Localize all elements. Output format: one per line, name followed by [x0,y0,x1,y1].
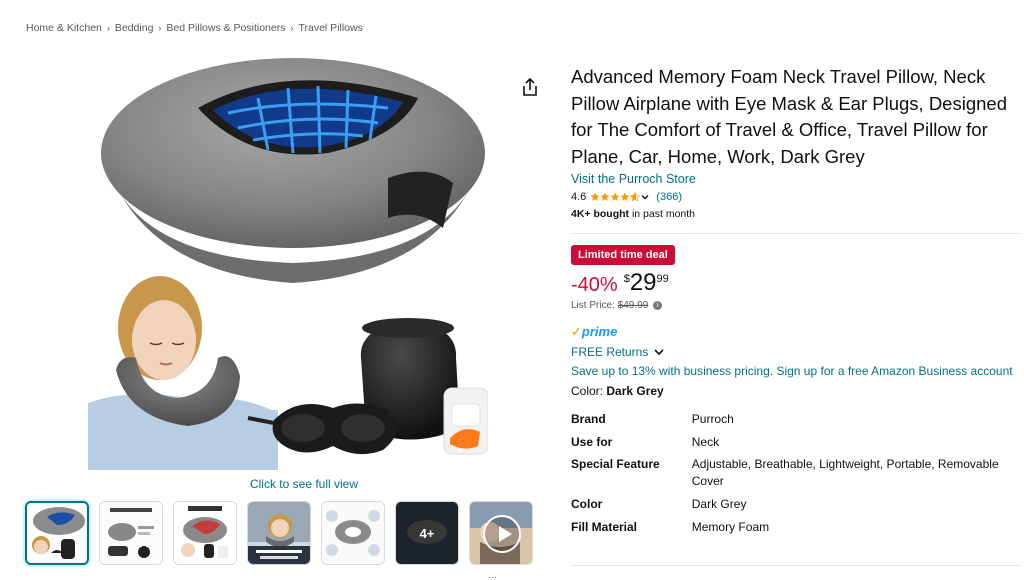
color-value: Dark Grey [606,383,664,398]
selected-color: Color: Dark Grey [571,384,1021,398]
price: $ 29 99 [624,268,669,296]
spec-key: Brand [571,411,606,426]
business-pricing-link[interactable]: Save up to 13% with business pricing. Si… [571,364,1021,378]
color-label: Color: [571,383,604,398]
spec-row: Brand Purroch [571,408,1021,431]
prime-badge: ✓ prime [571,324,1021,340]
share-icon[interactable] [520,77,540,99]
spec-row: Special Feature Adjustable, Breathable, L… [571,453,1021,493]
spec-row: Color Dark Grey [571,493,1021,516]
bought-in-past-month: 4K+ bought in past month [571,208,1021,220]
info-icon[interactable]: i [653,300,663,310]
see-full-view-link[interactable]: Click to see full view [180,477,428,491]
specs-table: Brand Purroch Use for Neck Special Feature… [571,408,1021,539]
spec-key: Special Feature [571,457,660,472]
star-half-icon [630,191,641,202]
star-icon [620,192,630,201]
product-info: Advanced Memory Foam Neck Travel Pillow,… [571,64,1021,539]
spec-value: Adjustable, Breathable, Lightweight, Por… [691,457,999,489]
thumbnail-5[interactable] [321,501,385,565]
spec-value: Memory Foam [691,519,770,534]
star-rating[interactable] [590,191,650,202]
product-illustration [88,58,489,470]
free-returns-link[interactable]: FREE Returns [571,345,1021,359]
spec-value: Purroch [691,411,734,426]
price-whole: 29 [629,268,657,296]
divider [571,565,1021,566]
rating-value: 4.6 [571,190,587,203]
thumbnail-strip: 4+ [25,501,533,565]
spec-key: Fill Material [571,519,638,534]
bought-period: in past month [629,207,695,220]
list-price: List Price: $49.99 i [571,300,1021,311]
price-fraction: 99 [656,272,669,285]
thumbnail-1[interactable] [25,501,89,565]
chevron-down-icon [654,349,664,355]
prime-check-icon: ✓ [571,323,582,339]
list-price-label: List Price: [571,299,615,311]
list-price-value: $49.99 [617,299,649,311]
thumbnail-2[interactable] [99,501,163,565]
play-icon[interactable] [483,515,521,553]
breadcrumb-separator: › [106,23,110,33]
chevron-down-icon[interactable] [640,192,650,202]
star-icon [600,192,610,201]
price-row: -40% $ 29 99 [571,268,1021,297]
breadcrumb-bedding[interactable]: Bedding [115,22,154,34]
thumbnail-3[interactable] [173,501,237,565]
deal-badge: Limited time deal [571,244,675,265]
main-product-image[interactable] [88,58,489,470]
spec-row: Fill Material Memory Foam [571,516,1021,539]
breadcrumb-travel-pillows[interactable]: Travel Pillows [298,22,362,34]
star-icon [610,192,620,201]
review-count-link[interactable]: (366) [656,191,682,203]
thumbnail-caption: … [488,570,497,580]
breadcrumb-separator: › [158,23,162,33]
breadcrumb: Home & Kitchen › Bedding › Bed Pillows & Pos… [26,22,363,34]
store-link[interactable]: Visit the Purroch Store [571,172,1021,186]
breadcrumb-bed-pillows[interactable]: Bed Pillows & Positioners [166,22,285,34]
thumbnail-video[interactable] [469,501,533,565]
divider [571,232,1021,234]
rating-row: 4.6 (366) [571,191,1021,203]
spec-row: Use for Neck [571,431,1021,454]
discount-percent: -40% [571,273,618,296]
spec-value: Neck [691,434,720,449]
more-images-count[interactable]: 4+ [396,502,458,564]
spec-key: Color [571,497,603,511]
spec-key: Use for [571,434,613,449]
thumbnail-4[interactable] [247,501,311,565]
prime-label: prime [581,324,618,340]
thumbnail-6[interactable]: 4+ [395,501,459,565]
spec-value: Dark Grey [691,497,747,511]
free-returns-label: FREE Returns [571,344,649,359]
breadcrumb-home-kitchen[interactable]: Home & Kitchen [26,22,102,34]
product-title: Advanced Memory Foam Neck Travel Pillow,… [571,66,1007,168]
breadcrumb-separator: › [290,23,294,33]
star-icon [590,192,600,201]
bought-count: 4K+ bought [571,207,630,220]
